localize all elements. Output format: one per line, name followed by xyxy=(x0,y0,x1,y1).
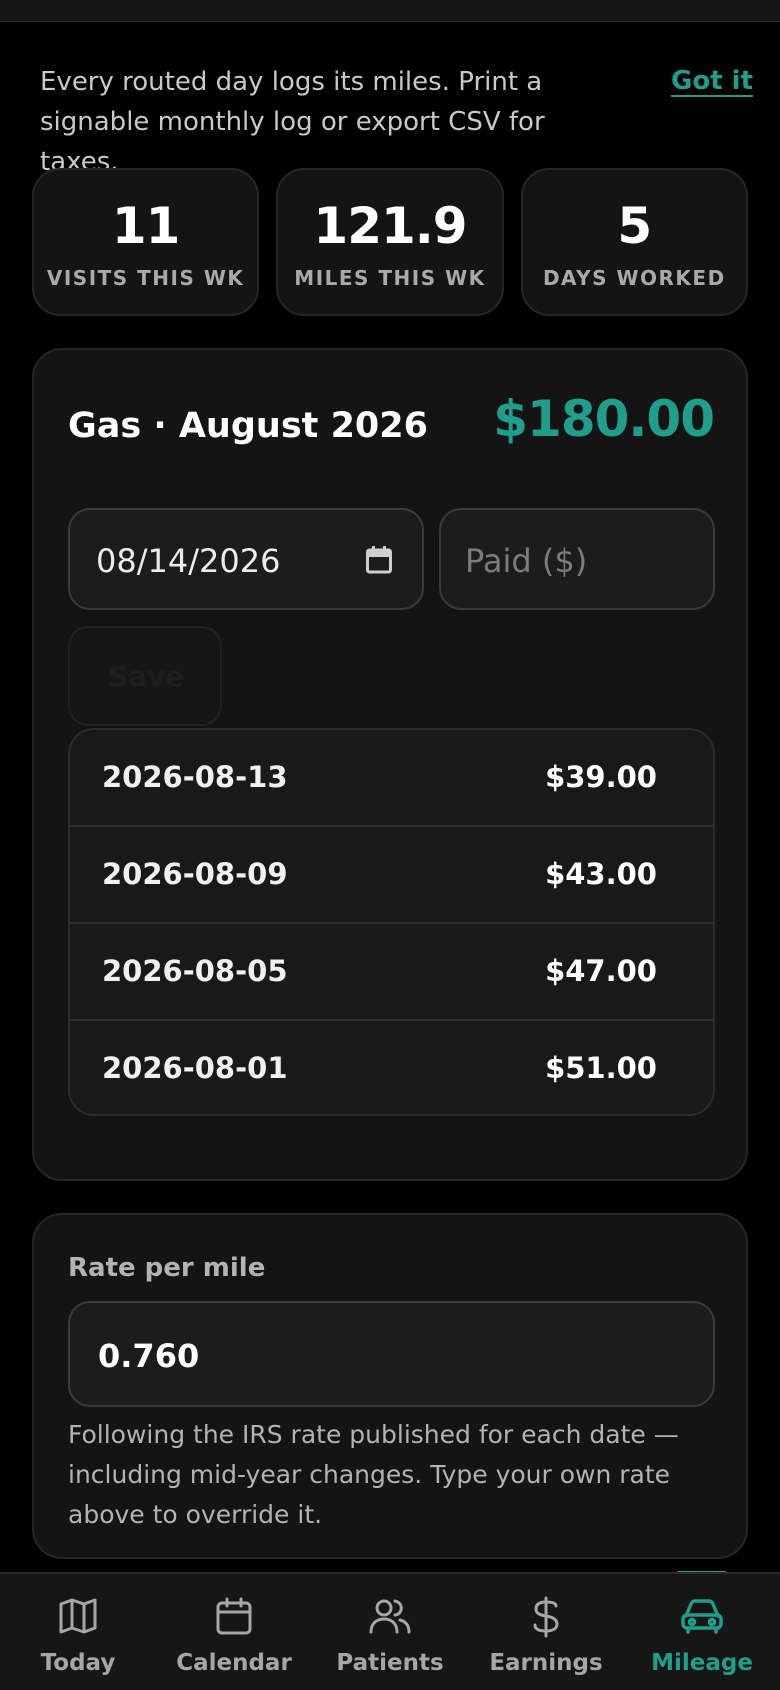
entry-date: 2026-08-13 xyxy=(102,760,288,794)
stat-days-label: DAYS WORKED xyxy=(542,266,726,290)
gas-total: $180.00 xyxy=(493,390,715,448)
stat-days-value: 5 xyxy=(617,197,652,255)
nav-item-mileage[interactable]: Mileage xyxy=(624,1574,780,1690)
map-icon xyxy=(59,1598,97,1634)
weekly-stats: 11 VISITS THIS WK 121.9 MILES THIS WK 5 … xyxy=(32,168,748,316)
calendar-picker-icon[interactable] xyxy=(366,546,392,574)
list-item[interactable]: 2026-08-13 $39.00 xyxy=(70,730,713,827)
paid-amount-placeholder: Paid ($) xyxy=(465,542,588,580)
nav-label-mileage: Mileage xyxy=(651,1650,753,1676)
paid-amount-input[interactable]: Paid ($) xyxy=(439,508,715,610)
top-bar xyxy=(0,0,780,22)
entry-date: 2026-08-01 xyxy=(102,1051,288,1085)
entry-amount: $47.00 xyxy=(545,954,657,988)
rate-note: Following the IRS rate published for eac… xyxy=(68,1420,679,1529)
rate-card: Rate per mile 0.760 Following the IRS ra… xyxy=(32,1213,748,1559)
list-item[interactable]: 2026-08-09 $43.00 xyxy=(70,827,713,924)
nav-item-today[interactable]: Today xyxy=(0,1574,156,1690)
calendar-icon xyxy=(216,1597,252,1635)
rate-per-mile-input[interactable]: 0.760 xyxy=(68,1301,715,1407)
rate-per-mile-label: Rate per mile xyxy=(68,1253,266,1283)
car-icon xyxy=(681,1599,723,1634)
save-button[interactable]: Save xyxy=(68,626,222,726)
nav-item-calendar[interactable]: Calendar xyxy=(156,1574,312,1690)
got-it-link[interactable]: Got it xyxy=(671,66,753,96)
list-item[interactable]: 2026-08-05 $47.00 xyxy=(70,924,713,1021)
nav-item-patients[interactable]: Patients xyxy=(312,1574,468,1690)
entry-date: 2026-08-05 xyxy=(102,954,288,988)
dollar-icon xyxy=(533,1596,559,1638)
stat-miles: 121.9 MILES THIS WK xyxy=(276,168,504,316)
stat-visits: 11 VISITS THIS WK xyxy=(32,168,260,316)
users-icon xyxy=(369,1599,411,1634)
bottom-nav: Today Calendar Patients Earnings Mileage xyxy=(0,1572,780,1690)
gas-card: Gas · August 2026 $180.00 08/14/2026 Pai… xyxy=(32,348,748,1181)
gas-date-value: 08/14/2026 xyxy=(96,542,281,580)
stat-miles-value: 121.9 xyxy=(313,197,467,255)
nav-label-calendar: Calendar xyxy=(176,1650,292,1676)
entry-date: 2026-08-09 xyxy=(102,857,288,891)
stat-miles-label: MILES THIS WK xyxy=(294,266,486,290)
nav-label-today: Today xyxy=(40,1650,116,1676)
gas-entries-list: 2026-08-13 $39.00 2026-08-09 $43.00 2026… xyxy=(68,728,715,1116)
nav-label-earnings: Earnings xyxy=(489,1650,603,1676)
stat-days: 5 DAYS WORKED xyxy=(520,168,748,316)
stat-visits-value: 11 xyxy=(111,197,181,255)
entry-amount: $51.00 xyxy=(545,1051,657,1085)
save-button-label: Save xyxy=(108,660,185,693)
mileage-tip-text: Every routed day logs its miles. Print a… xyxy=(40,67,545,177)
rate-per-mile-value: 0.760 xyxy=(98,1337,200,1375)
list-item[interactable]: 2026-08-01 $51.00 xyxy=(70,1021,713,1114)
entry-amount: $39.00 xyxy=(545,760,657,794)
stat-visits-label: VISITS THIS WK xyxy=(46,266,245,290)
gas-card-title: Gas · August 2026 xyxy=(68,406,428,446)
nav-item-earnings[interactable]: Earnings xyxy=(468,1574,624,1690)
gas-date-input[interactable]: 08/14/2026 xyxy=(68,508,424,610)
nav-label-patients: Patients xyxy=(336,1650,444,1676)
entry-amount: $43.00 xyxy=(545,857,657,891)
